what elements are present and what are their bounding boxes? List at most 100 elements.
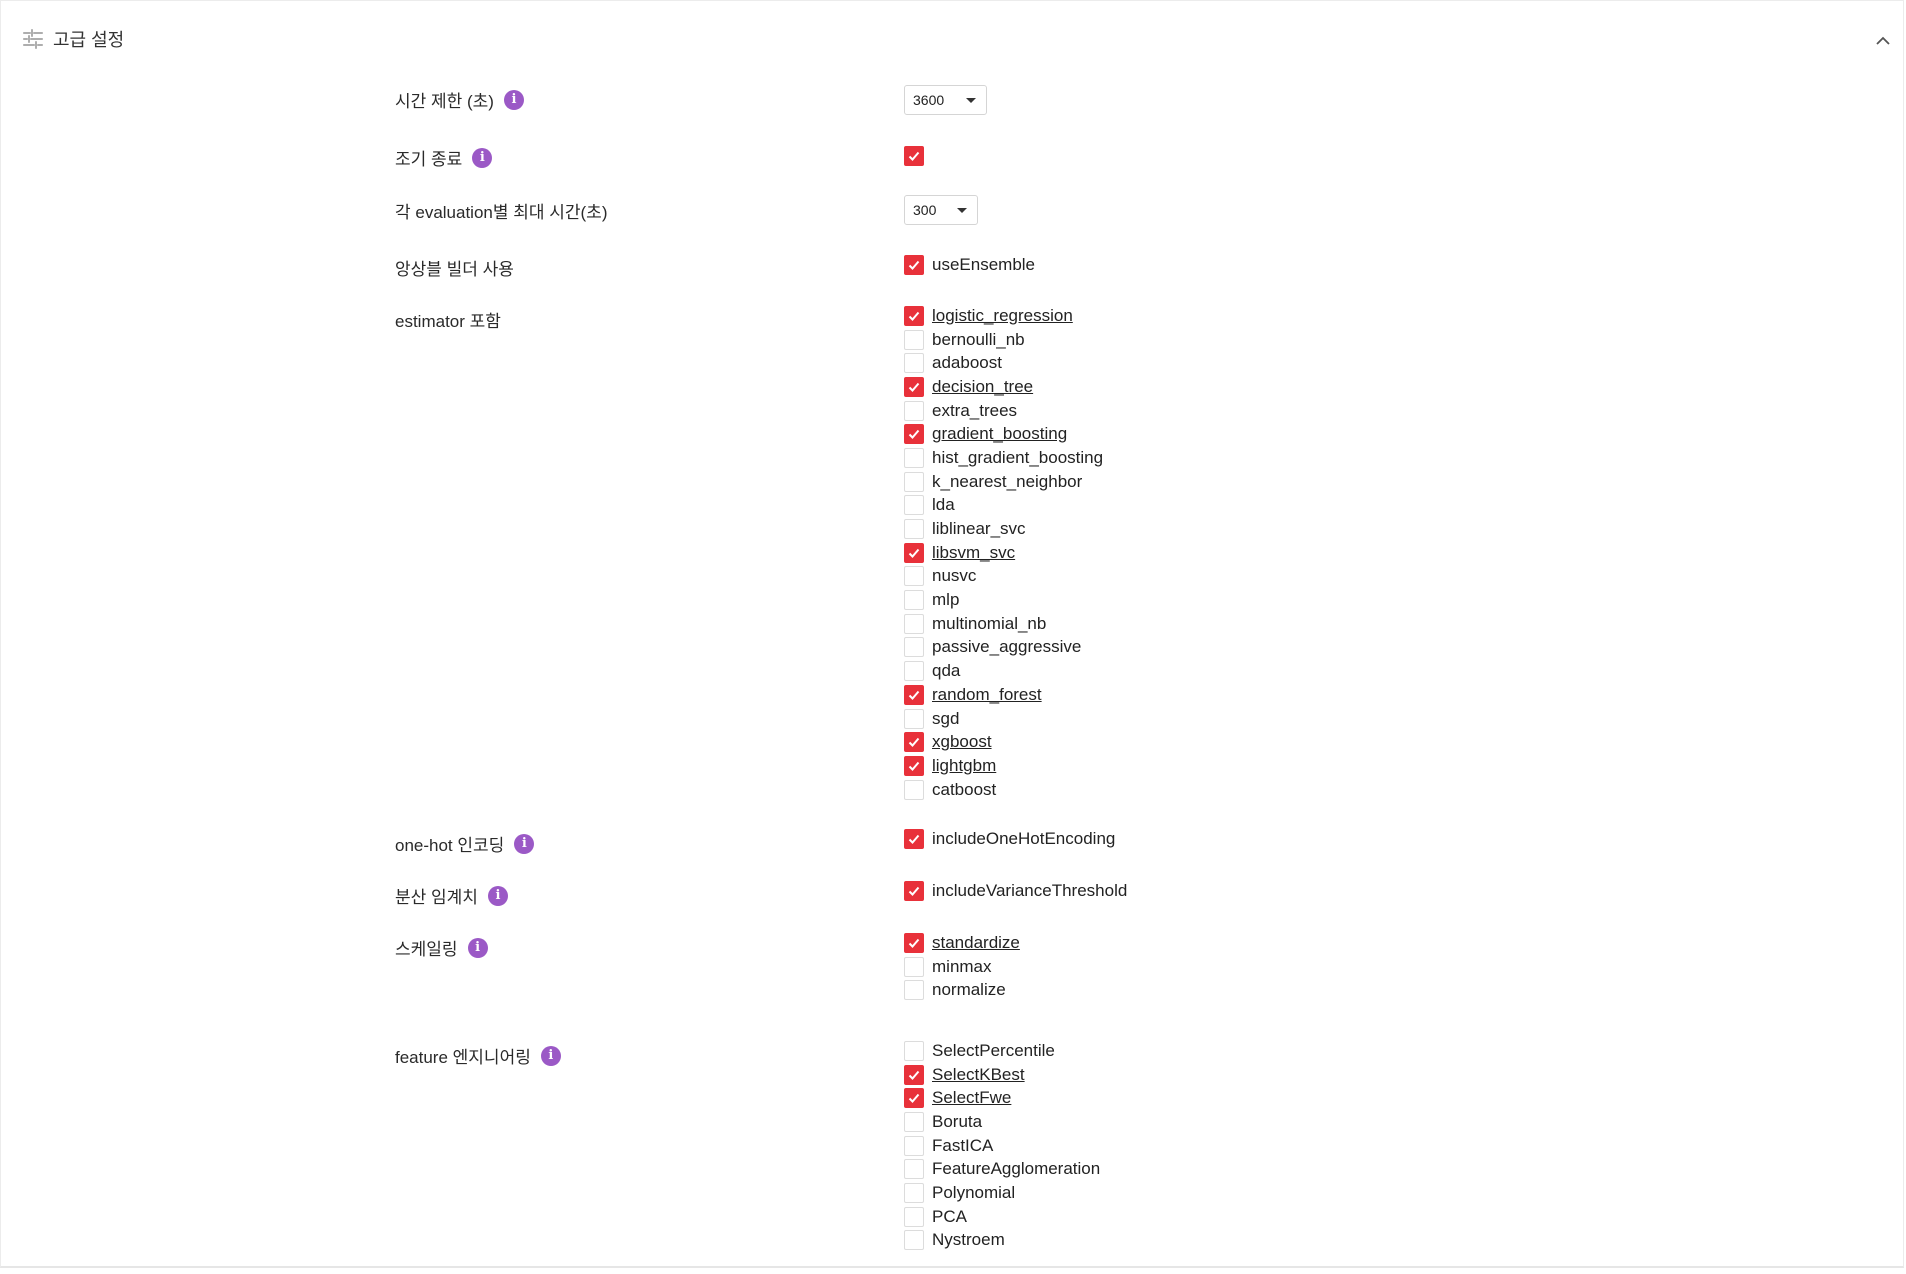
checkbox-label: qda xyxy=(932,661,961,681)
checkbox-label: mlp xyxy=(932,590,960,610)
checkbox-item-adaboost[interactable]: adaboost xyxy=(904,351,1103,375)
checkbox-item-selectfwe[interactable]: SelectFwe xyxy=(904,1086,1100,1110)
time-limit-label: 시간 제한 (초) i xyxy=(395,87,524,112)
checkbox-label: Polynomial xyxy=(932,1182,1016,1202)
include-onehot-checkbox[interactable]: includeOneHotEncoding xyxy=(904,827,1115,851)
check-icon xyxy=(908,311,920,321)
checkbox-item-decision-tree[interactable]: decision_tree xyxy=(904,375,1103,399)
checkbox-box[interactable] xyxy=(904,447,924,468)
eval-time-select[interactable]: 300 xyxy=(904,195,978,225)
panel-header[interactable]: 고급 설정 xyxy=(21,21,124,57)
checkbox-label: logistic_regression xyxy=(932,305,1073,325)
check-icon xyxy=(908,834,920,844)
checkbox-item-libsvm-svc[interactable]: libsvm_svc xyxy=(904,541,1103,565)
checkbox-item-gradient-boosting[interactable]: gradient_boosting xyxy=(904,422,1103,446)
checkbox-item-standardize[interactable]: standardize xyxy=(904,931,1020,955)
checkbox-box[interactable] xyxy=(904,1064,924,1085)
checkbox-box[interactable] xyxy=(904,329,924,350)
checkbox-item-nystroem[interactable]: Nystroem xyxy=(904,1229,1100,1253)
chevron-up-icon[interactable] xyxy=(1871,29,1895,53)
checkbox-box[interactable] xyxy=(904,661,924,682)
checkbox-item-selectpercentile[interactable]: SelectPercentile xyxy=(904,1039,1100,1063)
checkbox-box[interactable] xyxy=(904,424,924,445)
info-icon[interactable]: i xyxy=(514,833,535,854)
checkbox-box[interactable] xyxy=(904,1230,924,1251)
info-icon[interactable]: i xyxy=(467,937,488,958)
checkbox-box[interactable] xyxy=(904,828,924,849)
checkbox-box[interactable] xyxy=(904,145,924,166)
checkbox-box[interactable] xyxy=(904,980,924,1001)
checkbox-box[interactable] xyxy=(904,542,924,563)
checkbox-box[interactable] xyxy=(904,590,924,611)
check-icon xyxy=(908,430,920,440)
checkbox-item-normalize[interactable]: normalize xyxy=(904,978,1020,1002)
checkbox-label: minmax xyxy=(932,956,992,976)
checkbox-item-lda[interactable]: lda xyxy=(904,494,1103,518)
checkbox-box[interactable] xyxy=(904,755,924,776)
checkbox-box[interactable] xyxy=(904,1182,924,1203)
checkbox-box[interactable] xyxy=(904,779,924,800)
check-icon xyxy=(908,738,920,748)
checkbox-item-mlp[interactable]: mlp xyxy=(904,588,1103,612)
checkbox-item-featureagglomeration[interactable]: FeatureAgglomeration xyxy=(904,1157,1100,1181)
checkbox-item-hist-gradient-boosting[interactable]: hist_gradient_boosting xyxy=(904,446,1103,470)
checkbox-item-xgboost[interactable]: xgboost xyxy=(904,730,1103,754)
checkbox-item-lightgbm[interactable]: lightgbm xyxy=(904,754,1103,778)
info-icon[interactable]: i xyxy=(503,89,524,110)
checkbox-item-minmax[interactable]: minmax xyxy=(904,955,1020,979)
checkbox-box[interactable] xyxy=(904,1135,924,1156)
checkbox-item-logistic-regression[interactable]: logistic_regression xyxy=(904,304,1103,328)
info-icon[interactable]: i xyxy=(487,885,508,906)
checkbox-item-k-nearest-neighbor[interactable]: k_nearest_neighbor xyxy=(904,470,1103,494)
checkbox-box[interactable] xyxy=(904,376,924,397)
checkbox-item-multinomial-nb[interactable]: multinomial_nb xyxy=(904,612,1103,636)
checkbox-item-selectkbest[interactable]: SelectKBest xyxy=(904,1063,1100,1087)
check-icon xyxy=(908,938,920,948)
checkbox-item-nusvc[interactable]: nusvc xyxy=(904,565,1103,589)
checkbox-item-catboost[interactable]: catboost xyxy=(904,778,1103,802)
checkbox-item-polynomial[interactable]: Polynomial xyxy=(904,1181,1100,1205)
checkbox-box[interactable] xyxy=(904,495,924,516)
checkbox-item-qda[interactable]: qda xyxy=(904,659,1103,683)
info-icon[interactable]: i xyxy=(472,147,493,168)
checkbox-item-passive-aggressive[interactable]: passive_aggressive xyxy=(904,636,1103,660)
check-icon xyxy=(908,1070,920,1080)
checkbox-box[interactable] xyxy=(904,613,924,634)
checkbox-box[interactable] xyxy=(904,305,924,326)
checkbox-box[interactable] xyxy=(904,708,924,729)
checkbox-box[interactable] xyxy=(904,566,924,587)
checkbox-item-random-forest[interactable]: random_forest xyxy=(904,683,1103,707)
checkbox-box[interactable] xyxy=(904,1040,924,1061)
checkbox-box[interactable] xyxy=(904,1206,924,1227)
info-icon[interactable]: i xyxy=(540,1045,561,1066)
time-limit-select[interactable]: 3600 xyxy=(904,85,987,115)
checkbox-box[interactable] xyxy=(904,932,924,953)
checkbox-box[interactable] xyxy=(904,956,924,977)
checkbox-box[interactable] xyxy=(904,353,924,374)
checkbox-box[interactable] xyxy=(904,254,924,275)
checkbox-item-pca[interactable]: PCA xyxy=(904,1205,1100,1229)
estimators-label: estimator 포함 xyxy=(395,312,501,331)
checkbox-box[interactable] xyxy=(904,637,924,658)
checkbox-box[interactable] xyxy=(904,732,924,753)
advanced-settings-panel: 고급 설정 시간 제한 (초) i 3600 조기 종료 i 각 evaluat… xyxy=(0,0,1904,1268)
checkbox-item-fastica[interactable]: FastICA xyxy=(904,1134,1100,1158)
include-variance-checkbox[interactable]: includeVarianceThreshold xyxy=(904,879,1127,903)
checkbox-box[interactable] xyxy=(904,471,924,492)
checkbox-box[interactable] xyxy=(904,684,924,705)
checkbox-item-extra-trees[interactable]: extra_trees xyxy=(904,399,1103,423)
checkbox-item-boruta[interactable]: Boruta xyxy=(904,1110,1100,1134)
checkbox-item-liblinear-svc[interactable]: liblinear_svc xyxy=(904,517,1103,541)
checkbox-box[interactable] xyxy=(904,880,924,901)
checkbox-label: sgd xyxy=(932,708,960,728)
use-ensemble-checkbox[interactable]: useEnsemble xyxy=(904,253,1035,277)
checkbox-box[interactable] xyxy=(904,519,924,540)
checkbox-box[interactable] xyxy=(904,1111,924,1132)
checkbox-item-bernoulli-nb[interactable]: bernoulli_nb xyxy=(904,328,1103,352)
checkbox-box[interactable] xyxy=(904,1088,924,1109)
early-stop-checkbox[interactable] xyxy=(904,144,924,168)
scaling-label: 스케일링 i xyxy=(395,935,488,960)
checkbox-item-sgd[interactable]: sgd xyxy=(904,707,1103,731)
checkbox-box[interactable] xyxy=(904,1159,924,1180)
checkbox-box[interactable] xyxy=(904,400,924,421)
